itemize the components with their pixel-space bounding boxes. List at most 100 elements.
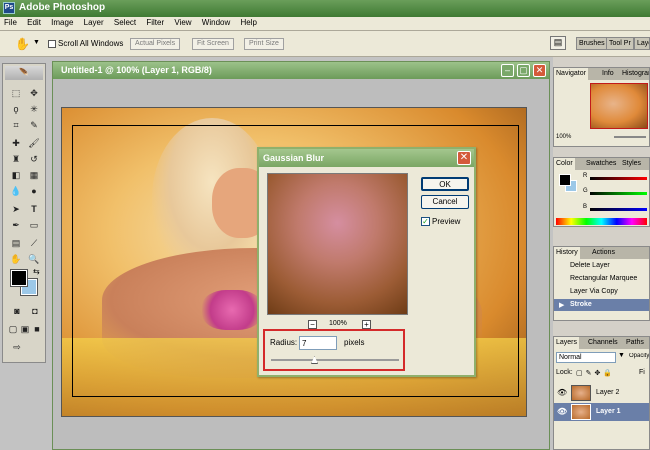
ok-button[interactable]: OK bbox=[421, 177, 469, 191]
channel-b-slider[interactable] bbox=[590, 208, 647, 211]
blur-preview[interactable] bbox=[267, 173, 408, 315]
eraser-tool-icon[interactable]: ◧ bbox=[8, 168, 24, 182]
color-fg-swatch[interactable] bbox=[559, 174, 571, 186]
dialog-close-icon[interactable]: ✕ bbox=[457, 151, 471, 165]
notes-tool-icon[interactable]: ▤ bbox=[8, 236, 24, 250]
tab-swatches[interactable]: Swatches bbox=[584, 158, 618, 170]
screen-mode-full-icon[interactable]: ■ bbox=[31, 322, 43, 336]
tab-actions[interactable]: Actions bbox=[590, 247, 617, 259]
palette-well-brushes-tab[interactable]: Brushes bbox=[576, 37, 608, 50]
hand-tool-icon[interactable]: ✋ bbox=[15, 37, 30, 51]
lasso-tool-icon[interactable]: ϙ bbox=[8, 102, 24, 116]
clone-stamp-tool-icon[interactable]: ♜ bbox=[8, 152, 24, 166]
preview-checkbox[interactable]: ✓ bbox=[421, 217, 430, 226]
layer-row-selected[interactable]: 👁 Layer 1 bbox=[554, 403, 649, 421]
swap-colors-icon[interactable]: ⇆ bbox=[33, 267, 40, 276]
crop-tool-icon[interactable]: ⌗ bbox=[8, 118, 24, 132]
tab-paths[interactable]: Paths bbox=[624, 337, 646, 349]
zoom-tool-icon[interactable]: 🔍 bbox=[26, 252, 42, 266]
navigator-thumbnail[interactable] bbox=[590, 83, 648, 129]
navigator-zoom-slider[interactable] bbox=[614, 136, 646, 138]
palette-well-tool-presets-tab[interactable]: Tool Pr bbox=[606, 37, 634, 50]
tab-info[interactable]: Info bbox=[600, 68, 616, 80]
channel-b-label: B bbox=[583, 204, 588, 210]
radius-slider-track[interactable] bbox=[271, 359, 399, 361]
menu-edit[interactable]: Edit bbox=[23, 17, 45, 28]
move-tool-icon[interactable]: ✥ bbox=[26, 86, 42, 100]
zoom-level: 100% bbox=[329, 320, 347, 327]
minimize-icon[interactable]: – bbox=[501, 64, 514, 77]
history-item-selected[interactable]: Stroke bbox=[570, 299, 592, 311]
standard-mode-icon[interactable]: ◙ bbox=[9, 304, 25, 318]
blend-mode-select[interactable]: Normal bbox=[556, 352, 616, 363]
marquee-tool-icon[interactable]: ⬚ bbox=[8, 86, 24, 100]
opacity-label: Opacity bbox=[629, 353, 649, 359]
adobe-feather-icon[interactable]: 🪶 bbox=[5, 66, 43, 80]
type-tool-icon[interactable]: T bbox=[26, 202, 42, 216]
tab-history[interactable]: History bbox=[554, 247, 580, 259]
fit-screen-button[interactable]: Fit Screen bbox=[192, 38, 234, 50]
cancel-button[interactable]: Cancel bbox=[421, 195, 469, 209]
color-panel: Color Swatches Styles R G B bbox=[553, 157, 650, 227]
jump-to-imageready-icon[interactable]: ⇨ bbox=[9, 340, 25, 354]
menu-filter[interactable]: Filter bbox=[142, 17, 168, 28]
menu-bar: File Edit Image Layer Select Filter View… bbox=[0, 17, 650, 31]
screen-mode-standard-icon[interactable]: ▢ bbox=[7, 322, 19, 336]
magic-wand-tool-icon[interactable]: ✳ bbox=[26, 102, 42, 116]
file-browser-icon[interactable]: ▤ bbox=[550, 36, 566, 50]
close-icon[interactable]: ✕ bbox=[533, 64, 546, 77]
tab-histogram[interactable]: Histogram bbox=[620, 68, 649, 80]
layer-visibility-eye-icon[interactable]: 👁 bbox=[557, 388, 567, 397]
dialog-title: Gaussian Blur bbox=[259, 149, 474, 167]
print-size-button[interactable]: Print Size bbox=[244, 38, 284, 50]
zoom-in-icon[interactable]: + bbox=[362, 320, 371, 329]
menu-file[interactable]: File bbox=[0, 17, 21, 28]
tab-layers[interactable]: Layers bbox=[554, 337, 580, 349]
slice-tool-icon[interactable]: ✎ bbox=[26, 118, 42, 132]
tab-navigator[interactable]: Navigator bbox=[554, 68, 588, 80]
eyedropper-tool-icon[interactable]: ⟋ bbox=[26, 236, 42, 250]
actual-pixels-button[interactable]: Actual Pixels bbox=[130, 38, 181, 50]
lock-icons[interactable]: ▢✎✥🔒 bbox=[576, 369, 615, 377]
palette-well-layer-comps-tab[interactable]: Laye bbox=[634, 37, 650, 50]
brush-tool-icon[interactable]: 🖌 bbox=[26, 136, 42, 150]
history-item[interactable]: Layer Via Copy bbox=[570, 286, 618, 298]
channel-r-slider[interactable] bbox=[590, 177, 647, 180]
dodge-tool-icon[interactable]: ● bbox=[26, 184, 42, 198]
layer-visibility-eye-icon[interactable]: 👁 bbox=[557, 407, 567, 416]
hand-tool-box-icon[interactable]: ✋ bbox=[8, 252, 24, 266]
menu-view[interactable]: View bbox=[170, 17, 195, 28]
tool-preset-dropdown-icon[interactable]: ▼ bbox=[33, 39, 40, 46]
screen-mode-full-menu-icon[interactable]: ▣ bbox=[19, 322, 31, 336]
scroll-all-windows-checkbox[interactable] bbox=[48, 40, 56, 48]
history-item[interactable]: Delete Layer bbox=[570, 260, 610, 272]
foreground-color-swatch[interactable] bbox=[10, 269, 28, 287]
tab-channels[interactable]: Channels bbox=[586, 337, 620, 349]
tab-color[interactable]: Color bbox=[554, 158, 575, 170]
maximize-icon[interactable]: ▢ bbox=[517, 64, 530, 77]
color-ramp[interactable] bbox=[556, 218, 647, 225]
menu-help[interactable]: Help bbox=[236, 17, 260, 28]
channel-g-slider[interactable] bbox=[590, 192, 647, 195]
layer-row[interactable]: 👁 Layer 2 bbox=[554, 384, 649, 402]
path-selection-tool-icon[interactable]: ➤ bbox=[8, 202, 24, 216]
healing-brush-tool-icon[interactable]: ✚ bbox=[8, 136, 24, 150]
fill-label: Fi bbox=[639, 369, 645, 376]
menu-window[interactable]: Window bbox=[198, 17, 234, 28]
history-brush-tool-icon[interactable]: ↺ bbox=[26, 152, 42, 166]
radius-highlight-box: Radius: pixels bbox=[263, 329, 405, 371]
menu-layer[interactable]: Layer bbox=[80, 17, 108, 28]
menu-select[interactable]: Select bbox=[110, 17, 140, 28]
shape-tool-icon[interactable]: ▭ bbox=[26, 218, 42, 232]
radius-input[interactable] bbox=[299, 336, 337, 350]
menu-image[interactable]: Image bbox=[47, 17, 77, 28]
blend-mode-dropdown-icon[interactable]: ▼ bbox=[618, 352, 625, 359]
history-item[interactable]: Rectangular Marquee bbox=[570, 273, 637, 285]
gradient-tool-icon[interactable]: ▦ bbox=[26, 168, 42, 182]
zoom-out-icon[interactable]: − bbox=[308, 320, 317, 329]
quick-mask-mode-icon[interactable]: ◘ bbox=[27, 304, 43, 318]
pen-tool-icon[interactable]: ✒ bbox=[8, 218, 24, 232]
tab-styles[interactable]: Styles bbox=[620, 158, 643, 170]
photoshop-logo-icon: Ps bbox=[3, 2, 15, 14]
blur-tool-icon[interactable]: 💧 bbox=[8, 184, 24, 198]
